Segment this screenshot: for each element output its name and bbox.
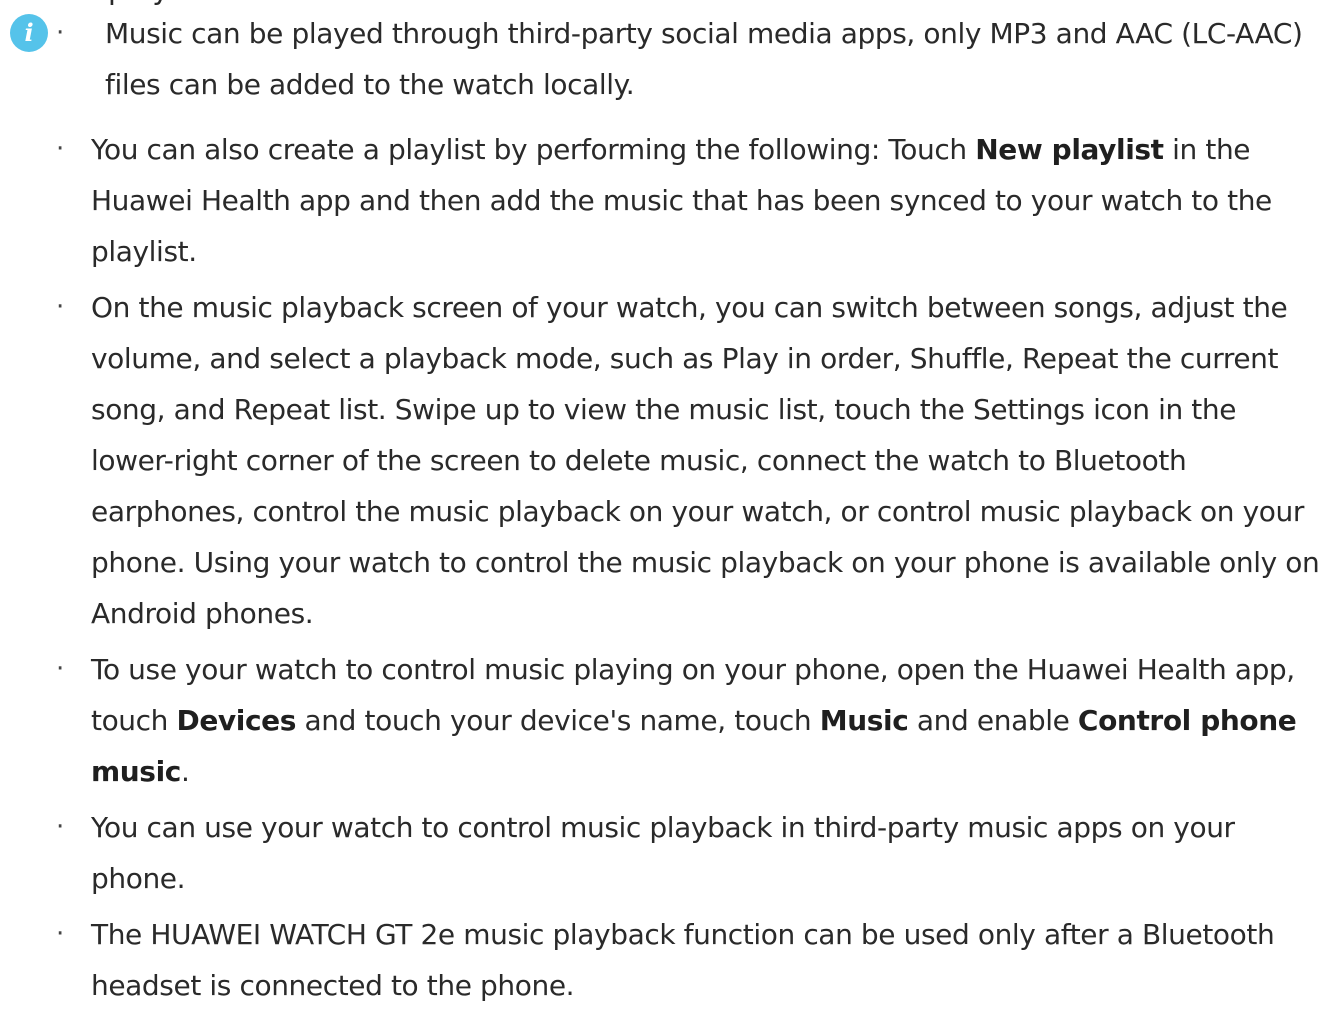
bullet: · (56, 134, 64, 164)
bullet: · (56, 292, 64, 322)
text-run: and touch your device's name, touch (296, 704, 820, 737)
ui-term-music: Music (819, 704, 909, 737)
document-page: playl i · Music can be played through th… (0, 0, 1327, 1005)
list-item-text: To use your watch to control music playi… (91, 644, 1321, 797)
text-run: and enable (908, 704, 1078, 737)
bullet: · (56, 919, 64, 949)
list-item-text: You can also create a playlist by perfor… (91, 124, 1321, 277)
bullet: · (56, 18, 64, 48)
list-item-text: The HUAWEI WATCH GT 2e music playback fu… (91, 918, 1275, 1002)
list-item-text: On the music playback screen of your wat… (91, 291, 1320, 630)
ui-term-devices: Devices (176, 704, 297, 737)
list-item-text: You can use your watch to control music … (91, 811, 1235, 895)
ui-term-new-playlist: New playlist (975, 133, 1164, 166)
bullet: · (56, 812, 64, 842)
info-icon: i (10, 14, 48, 52)
text-run: . (180, 755, 190, 788)
bullet: · (56, 654, 64, 684)
list-item-text: Music can be played through third-party … (105, 17, 1303, 101)
text-run: You can also create a playlist by perfor… (91, 133, 976, 166)
